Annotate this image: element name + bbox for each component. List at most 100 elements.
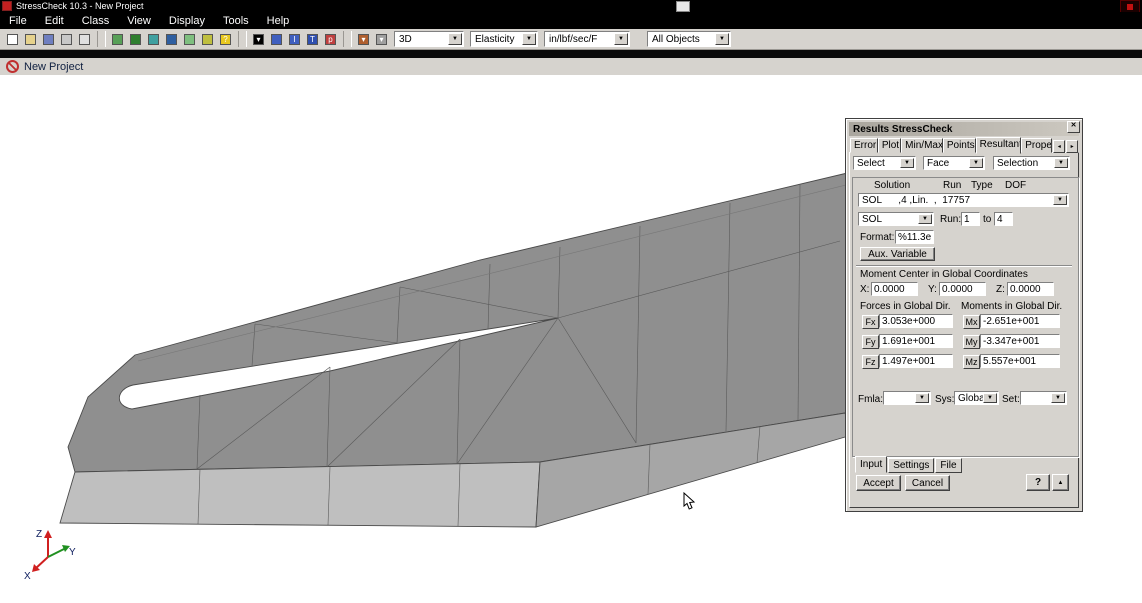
- dof-header: DOF: [1005, 180, 1026, 191]
- tab-resultant[interactable]: Resultant: [976, 137, 1022, 154]
- mx-field[interactable]: -2.651e+001: [980, 314, 1060, 328]
- solution-combo[interactable]: SOL ,4 ,Lin. , 17757 ▼: [858, 193, 1069, 207]
- moment-y-field[interactable]: 0.0000: [939, 282, 986, 296]
- tab-minmax[interactable]: Min/Max: [901, 138, 943, 153]
- window-title: StressCheck 10.3 - New Project: [16, 1, 144, 11]
- toolbar-separator: [238, 31, 247, 47]
- fmla-combo[interactable]: ▼: [883, 391, 931, 405]
- tab-scroll-left-icon[interactable]: ◂: [1053, 140, 1065, 153]
- new-file-icon[interactable]: [4, 31, 21, 47]
- dropdown-arrow-icon[interactable]: ▼: [1051, 393, 1065, 403]
- select-mode-combo[interactable]: Select ▼: [853, 156, 916, 170]
- fx-button[interactable]: Fx: [862, 315, 879, 329]
- record-icon: [1127, 4, 1133, 10]
- tab-plot[interactable]: Plot: [878, 138, 901, 153]
- fz-field[interactable]: 1.497e+001: [879, 354, 953, 368]
- format-field[interactable]: %11.3e: [895, 230, 934, 244]
- menu-display[interactable]: Display: [160, 15, 214, 27]
- solution-header: Solution: [874, 180, 910, 191]
- window-titlebar[interactable]: StressCheck 10.3 - New Project: [0, 0, 1142, 12]
- menu-file[interactable]: File: [0, 15, 36, 27]
- set-label: Set:: [1002, 394, 1020, 405]
- mz-button[interactable]: Mz: [963, 355, 980, 369]
- dimension-combo[interactable]: 3D ▼: [394, 31, 464, 47]
- refresh-icon[interactable]: [181, 31, 198, 47]
- menu-view[interactable]: View: [118, 15, 160, 27]
- print-icon[interactable]: [58, 31, 75, 47]
- tab-input[interactable]: Input: [855, 456, 887, 473]
- dropdown-arrow-icon[interactable]: ▼: [983, 393, 997, 403]
- axes-triad: Z Y X: [24, 529, 76, 582]
- dropdown-arrow-icon[interactable]: ▼: [915, 393, 929, 403]
- bottom-tab-strip: Input Settings File: [855, 456, 963, 473]
- text-tool-icon[interactable]: T: [304, 31, 321, 47]
- open-file-icon[interactable]: [22, 31, 39, 47]
- import-db-icon[interactable]: [109, 31, 126, 47]
- dropdown-arrow-icon[interactable]: ▼: [900, 158, 914, 168]
- titlebar-restore-button[interactable]: [676, 1, 690, 12]
- formula-icon[interactable]: [199, 31, 216, 47]
- dropdown-arrow-icon[interactable]: ▼: [614, 33, 628, 45]
- dropdown-arrow-icon[interactable]: ▼: [522, 33, 536, 45]
- menu-edit[interactable]: Edit: [36, 15, 73, 27]
- run-from-field[interactable]: 1: [961, 212, 980, 226]
- dropdown-arrow-icon[interactable]: ▼: [918, 214, 932, 224]
- dropdown-arrow-icon[interactable]: ▼: [448, 33, 462, 45]
- help-button[interactable]: ?: [1026, 474, 1050, 491]
- selection-combo[interactable]: Selection ▼: [993, 156, 1070, 170]
- fy-field[interactable]: 1.691e+001: [879, 334, 953, 348]
- help-icon[interactable]: ?: [217, 31, 234, 47]
- dialog-body: Select ▼ Face ▼ Selection ▼ Solution Run…: [849, 152, 1079, 508]
- menu-help[interactable]: Help: [258, 15, 299, 27]
- database-icon[interactable]: [163, 31, 180, 47]
- points-tool-icon[interactable]: p: [322, 31, 339, 47]
- fz-button[interactable]: Fz: [862, 355, 879, 369]
- fx-field[interactable]: 3.053e+000: [879, 314, 953, 328]
- export-db-icon[interactable]: [127, 31, 144, 47]
- dialog-close-button[interactable]: ✕: [1067, 121, 1080, 133]
- section-tool-icon[interactable]: I: [286, 31, 303, 47]
- project-tab-label[interactable]: New Project: [24, 61, 83, 73]
- tab-scroll-right-icon[interactable]: ▸: [1066, 140, 1078, 153]
- set-combo[interactable]: ▼: [1020, 391, 1067, 405]
- pin-button[interactable]: ▲: [1052, 474, 1069, 491]
- run-to-field[interactable]: 4: [994, 212, 1013, 226]
- accept-button[interactable]: Accept: [856, 475, 901, 491]
- dropdown-arrow-icon[interactable]: ▼: [969, 158, 983, 168]
- dropdown-arrow-icon[interactable]: ▼: [715, 33, 729, 45]
- moment-x-field[interactable]: 0.0000: [871, 282, 918, 296]
- tab-properties[interactable]: Prope: [1021, 138, 1052, 153]
- plot-tool-icon[interactable]: ▾: [355, 31, 372, 47]
- tab-file[interactable]: File: [935, 458, 961, 473]
- tab-error[interactable]: Error: [850, 138, 878, 153]
- sys-combo[interactable]: Global ▼: [954, 391, 999, 405]
- tab-points[interactable]: Points: [943, 138, 976, 153]
- fy-button[interactable]: Fy: [862, 335, 879, 349]
- model-info-icon[interactable]: [145, 31, 162, 47]
- moment-center-label: Moment Center in Global Coordinates: [860, 269, 1028, 280]
- tab-settings[interactable]: Settings: [888, 458, 934, 473]
- menu-tools[interactable]: Tools: [214, 15, 258, 27]
- copy-icon[interactable]: [76, 31, 93, 47]
- color-swatch-icon[interactable]: ▾: [250, 31, 267, 47]
- mx-button[interactable]: Mx: [963, 315, 980, 329]
- my-button[interactable]: My: [963, 335, 980, 349]
- dropdown-arrow-icon[interactable]: ▼: [1053, 195, 1067, 205]
- my-field[interactable]: -3.347e+001: [980, 334, 1060, 348]
- dropdown-arrow-icon[interactable]: ▼: [1054, 158, 1068, 168]
- discipline-combo[interactable]: Elasticity ▼: [470, 31, 538, 47]
- objects-filter-combo[interactable]: All Objects ▼: [647, 31, 731, 47]
- mz-field[interactable]: 5.557e+001: [980, 354, 1060, 368]
- dialog-titlebar[interactable]: Results StressCheck: [849, 122, 1079, 136]
- sol-combo[interactable]: SOL ▼: [858, 212, 934, 226]
- options-icon[interactable]: ▾: [373, 31, 390, 47]
- type-header: Type: [971, 180, 993, 191]
- cancel-button[interactable]: Cancel: [905, 475, 950, 491]
- draw-tool-icon[interactable]: [268, 31, 285, 47]
- save-file-icon[interactable]: [40, 31, 57, 47]
- menu-class[interactable]: Class: [73, 15, 119, 27]
- aux-variable-button[interactable]: Aux. Variable: [860, 247, 935, 261]
- units-combo[interactable]: in/lbf/sec/F ▼: [544, 31, 630, 47]
- moment-z-field[interactable]: 0.0000: [1007, 282, 1054, 296]
- entity-combo[interactable]: Face ▼: [923, 156, 985, 170]
